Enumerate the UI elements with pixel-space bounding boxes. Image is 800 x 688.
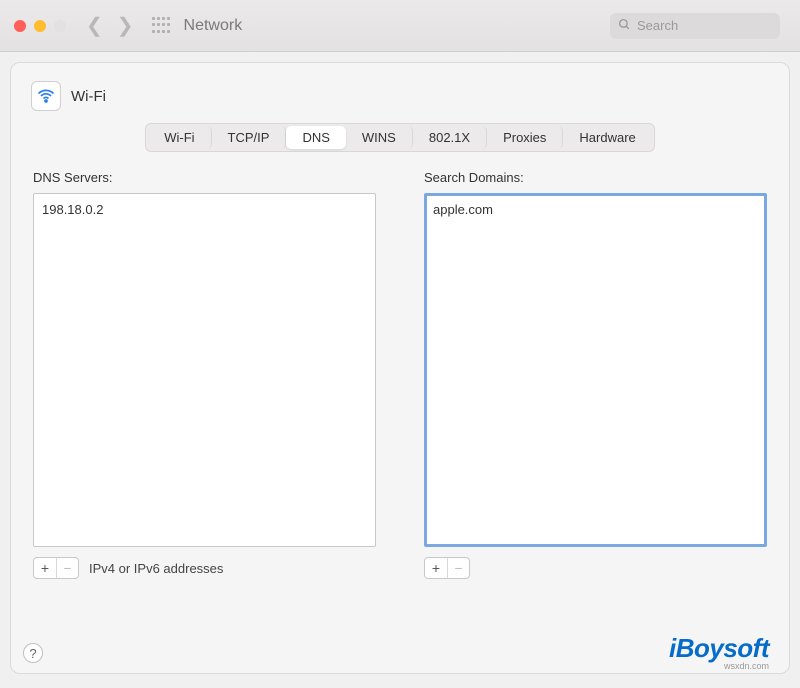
- remove-search-domain-button[interactable]: −: [447, 558, 469, 578]
- nav-buttons: ❮ ❯: [86, 13, 134, 38]
- tab-hardware[interactable]: Hardware: [563, 126, 651, 149]
- show-all-icon[interactable]: [152, 17, 170, 35]
- wifi-icon: [31, 81, 61, 111]
- dns-servers-label: DNS Servers:: [33, 170, 376, 185]
- search-placeholder: Search: [637, 18, 678, 33]
- dns-servers-column: DNS Servers: 198.18.0.2 + − IPv4 or IPv6…: [33, 170, 376, 579]
- search-domains-column: Search Domains: apple.com + −: [424, 170, 767, 579]
- tabs-container: Wi-Fi TCP/IP DNS WINS 802.1X Proxies Har…: [31, 123, 769, 152]
- tab-wins[interactable]: WINS: [346, 126, 413, 149]
- traffic-lights: [14, 20, 66, 32]
- list-item[interactable]: apple.com: [433, 200, 758, 219]
- preferences-pane: Wi-Fi Wi-Fi TCP/IP DNS WINS 802.1X Proxi…: [10, 62, 790, 674]
- search-input[interactable]: Search: [610, 13, 780, 39]
- dns-servers-list[interactable]: 198.18.0.2: [33, 193, 376, 547]
- dns-columns: DNS Servers: 198.18.0.2 + − IPv4 or IPv6…: [31, 170, 769, 579]
- window-title: Network: [184, 17, 243, 35]
- tab-proxies[interactable]: Proxies: [487, 126, 563, 149]
- search-domains-footer: + −: [424, 557, 767, 579]
- fullscreen-window-button[interactable]: [54, 20, 66, 32]
- close-window-button[interactable]: [14, 20, 26, 32]
- back-button[interactable]: ❮: [86, 13, 103, 38]
- list-item[interactable]: 198.18.0.2: [42, 200, 367, 219]
- dns-servers-footer: + − IPv4 or IPv6 addresses: [33, 557, 376, 579]
- remove-dns-server-button[interactable]: −: [56, 558, 78, 578]
- tab-tcpip[interactable]: TCP/IP: [212, 126, 287, 149]
- watermark-brand: iBoysoft: [669, 635, 769, 661]
- minimize-window-button[interactable]: [34, 20, 46, 32]
- help-button[interactable]: ?: [23, 643, 43, 663]
- add-search-domain-button[interactable]: +: [425, 558, 447, 578]
- search-domains-list[interactable]: apple.com: [424, 193, 767, 547]
- tabs-list: Wi-Fi TCP/IP DNS WINS 802.1X Proxies Har…: [145, 123, 655, 152]
- watermark-site: wsxdn.com: [724, 661, 769, 671]
- search-domains-label: Search Domains:: [424, 170, 767, 185]
- tab-wifi[interactable]: Wi-Fi: [148, 126, 211, 149]
- tab-dns[interactable]: DNS: [286, 126, 345, 149]
- interface-name: Wi-Fi: [71, 88, 106, 105]
- pane-header: Wi-Fi: [31, 81, 769, 111]
- tab-8021x[interactable]: 802.1X: [413, 126, 487, 149]
- dns-servers-pm-buttons: + −: [33, 557, 79, 579]
- window-toolbar: ❮ ❯ Network Search: [0, 0, 800, 52]
- search-icon: [618, 18, 631, 34]
- add-dns-server-button[interactable]: +: [34, 558, 56, 578]
- forward-button[interactable]: ❯: [117, 13, 134, 38]
- search-domains-pm-buttons: + −: [424, 557, 470, 579]
- dns-hint: IPv4 or IPv6 addresses: [89, 561, 223, 576]
